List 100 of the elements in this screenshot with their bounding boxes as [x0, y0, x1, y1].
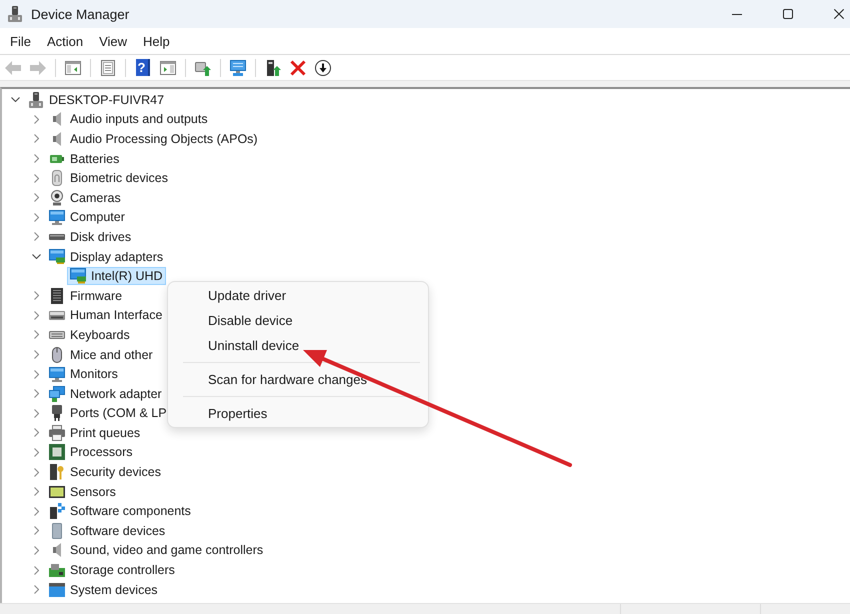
circuit-board-icon [49, 564, 65, 577]
menu-item[interactable]: Action [38, 30, 92, 52]
display-adapter-icon [49, 248, 65, 264]
keyboard-icon [49, 330, 65, 339]
menu-item[interactable]: Disable device [168, 308, 428, 333]
printer-icon [49, 424, 65, 441]
tree-item[interactable]: Mice and other [46, 346, 154, 364]
window-title: Device Manager [31, 6, 130, 22]
chevron-right-icon[interactable] [34, 546, 38, 555]
tree-item[interactable]: Biometric devices [46, 169, 169, 188]
tree-item[interactable]: Processors [46, 443, 134, 462]
tree-item[interactable]: Network adapter [46, 384, 163, 403]
tree-item[interactable]: Software devices [46, 522, 166, 540]
tree-item[interactable]: Print queues [46, 424, 142, 442]
menu-item[interactable]: File [2, 30, 39, 52]
tree-item[interactable]: Disk drives [46, 228, 132, 246]
menu-item[interactable]: Uninstall device [168, 333, 428, 358]
tree-item[interactable]: DESKTOP-FUIVR47 [25, 90, 166, 109]
close-icon [834, 9, 844, 19]
computer-icon [8, 6, 22, 22]
chevron-right-icon[interactable] [34, 566, 38, 575]
webcam-icon [51, 190, 63, 206]
menu-item[interactable]: Help [135, 30, 178, 52]
chevron-right-icon[interactable] [34, 291, 38, 300]
chevron-right-icon[interactable] [34, 330, 38, 340]
back-arrow-icon [4, 60, 20, 76]
speaker-icon [53, 132, 61, 146]
chevron-right-icon[interactable] [34, 487, 38, 496]
chevron-right-icon[interactable] [34, 134, 38, 144]
chevron-right-icon[interactable] [34, 408, 38, 418]
tree-item[interactable]: Batteries [46, 150, 120, 168]
chevron-right-icon[interactable] [34, 389, 38, 398]
chevron-right-icon[interactable] [34, 232, 38, 242]
pane-icon [160, 60, 176, 76]
down-arrow-circle-icon [314, 60, 330, 76]
tree-item[interactable]: Firmware [46, 286, 124, 305]
chevron-right-icon[interactable] [34, 526, 38, 536]
disk-drive-icon [49, 234, 65, 240]
chevron-right-icon[interactable] [34, 193, 38, 202]
menu-item[interactable]: Properties [168, 401, 428, 426]
speaker-icon [53, 543, 61, 558]
tree-item[interactable]: Security devices [46, 463, 162, 482]
computer-icon [29, 92, 43, 108]
chevron-right-icon[interactable] [34, 114, 38, 124]
tree-item[interactable]: Software components [46, 502, 192, 520]
tree-item[interactable]: Monitors [46, 365, 119, 384]
menu-item[interactable]: Update driver [168, 283, 428, 308]
tree-item[interactable]: Audio Processing Objects (APOs) [46, 130, 259, 148]
chevron-right-icon[interactable] [34, 174, 38, 183]
tree-item[interactable]: Intel(R) UHD [67, 267, 166, 286]
chevron-right-icon[interactable] [34, 310, 38, 320]
tree-item[interactable]: Display adapters [46, 248, 164, 266]
chevron-right-icon[interactable] [34, 506, 38, 516]
network-icon [49, 386, 65, 402]
device-up-arrow-icon [264, 60, 280, 76]
mouse-icon [52, 346, 62, 363]
forward-arrow-icon [30, 60, 46, 76]
chevron-right-icon[interactable] [34, 212, 38, 222]
tree-item[interactable]: Cameras [46, 188, 122, 207]
chevron-right-icon[interactable] [34, 448, 38, 457]
fingerprint-icon [52, 170, 62, 186]
system-icon [49, 582, 65, 597]
tree-item[interactable]: System devices [46, 580, 159, 599]
menu-item[interactable]: Scan for hardware changes [168, 367, 428, 392]
tree-item[interactable]: Human Interface [46, 306, 164, 324]
chevron-down-icon[interactable] [32, 254, 40, 260]
tree-item[interactable]: Audio inputs and outputs [46, 110, 209, 128]
pane-icon [64, 60, 80, 76]
chevron-right-icon[interactable] [34, 154, 38, 164]
speaker-icon [53, 112, 61, 126]
tree-item[interactable]: Sound, video and game controllers [46, 541, 264, 560]
monitor-icon [49, 366, 65, 382]
tree-item[interactable]: Computer [46, 208, 126, 226]
tree-item[interactable]: Ports (COM & LP [46, 404, 168, 422]
chip-icon [51, 288, 63, 304]
blocks-icon [50, 503, 64, 520]
cross-icon [290, 60, 306, 76]
board-up-arrow-icon [194, 60, 210, 76]
tree-item[interactable]: Keyboards [46, 326, 131, 344]
menu-item[interactable]: View [91, 30, 136, 52]
chevron-right-icon[interactable] [34, 468, 38, 477]
chevron-down-icon[interactable] [10, 97, 20, 102]
chevron-right-icon[interactable] [34, 370, 38, 379]
connector-icon [52, 405, 62, 422]
processor-icon [49, 444, 65, 460]
sensor-icon [49, 486, 65, 498]
tree-item[interactable]: Storage controllers [46, 561, 176, 580]
maximize-icon [782, 9, 792, 19]
input-device-icon [49, 310, 65, 320]
tree-item[interactable]: Sensors [46, 482, 117, 501]
page-icon [100, 60, 116, 76]
chevron-right-icon[interactable] [34, 428, 38, 438]
key-icon [50, 464, 64, 480]
device-icon [52, 522, 62, 539]
monitor-icon [49, 210, 65, 225]
chevron-right-icon[interactable] [34, 350, 38, 360]
display-adapter-icon [70, 268, 86, 284]
battery-icon [50, 154, 64, 163]
chevron-right-icon[interactable] [34, 585, 38, 594]
help-button[interactable]: ? [130, 56, 155, 78]
